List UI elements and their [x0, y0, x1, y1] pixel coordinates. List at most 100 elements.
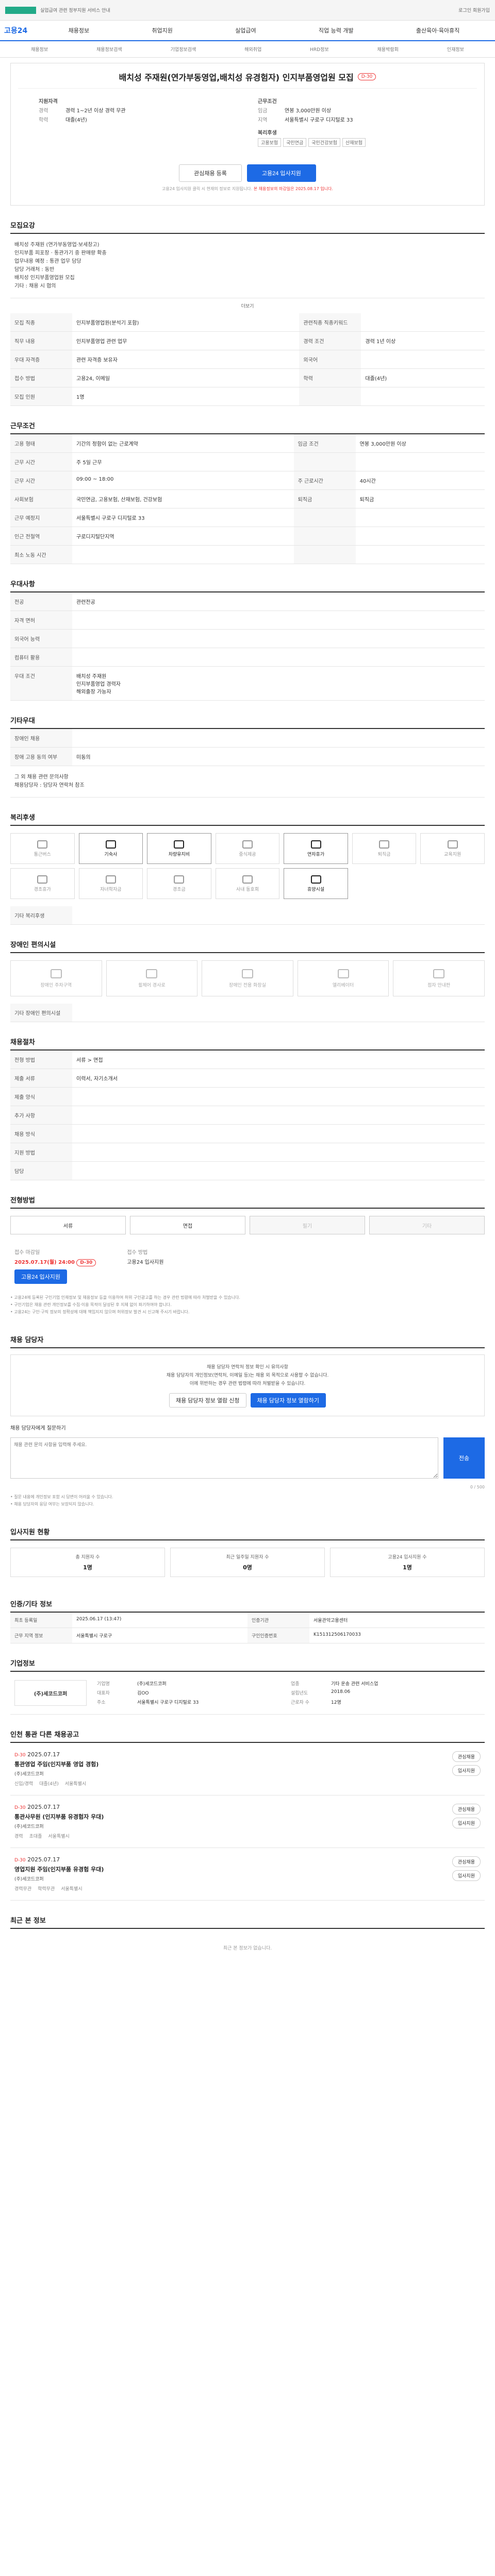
benefit-label: 교육지원 — [444, 852, 461, 857]
job-meta: 신입/경력 대졸(4년) 서울특별시 — [14, 1780, 424, 1787]
job-list-item[interactable]: D-30 2025.07.17 영업지원 주임(인지부품 유경험 우대) (주)세코… — [10, 1848, 485, 1901]
utility-text[interactable]: 실업급여 관련 정부지원 서비스 안내 — [40, 7, 110, 13]
section-title: 복리후생 — [10, 812, 485, 826]
subnav-item[interactable]: 채용정보 — [31, 46, 48, 53]
benefit-extra-value — [72, 906, 485, 925]
job-title[interactable]: 통관영업 주임(인지부품 영업 경험) — [14, 1760, 424, 1768]
subnav-item[interactable]: 채용정보검색 — [96, 46, 122, 53]
stat-label: 고용24 입사지원 수 — [388, 1555, 427, 1560]
welfare-summary: 복리후생 고용보험 국민연금 국민건강보험 산재보험 — [258, 128, 456, 147]
method-item: 서류 — [10, 1216, 126, 1234]
nav-item[interactable]: 취업지원 — [152, 26, 172, 35]
job-action-button[interactable]: 입사지원 — [452, 1870, 481, 1881]
company-value: 김OO — [137, 1691, 149, 1696]
stats-section: 입사지원 현황 총 지원자 수 1명 최근 일주일 지원자 수 0명 고용24 입사지원… — [10, 1527, 485, 1584]
row-label: 제출 서류 — [10, 1069, 72, 1088]
method-item: 기타 — [369, 1216, 485, 1234]
row-value — [72, 629, 485, 648]
benefit-item: 경조휴가 — [10, 868, 75, 899]
apply-button[interactable]: 고용24 입사지원 — [246, 164, 316, 182]
row-value — [361, 387, 485, 406]
nav-item[interactable]: 실업급여 — [235, 26, 256, 35]
row-label: 접수 방법 — [10, 368, 72, 387]
facility-item: 휠체어 경사로 — [106, 960, 198, 996]
row-label: 임금 조건 — [293, 434, 356, 453]
benefit-label: 중식제공 — [239, 852, 256, 857]
qa-textarea[interactable] — [10, 1437, 438, 1479]
method-label: 접수 방법 — [127, 1250, 148, 1256]
table-row: 추가 사항 — [10, 1106, 485, 1125]
subnav-item[interactable]: 기업정보검색 — [171, 46, 196, 53]
contact-request-button[interactable]: 채용 담당자 정보 열람 신청 — [169, 1393, 246, 1408]
row-label: 경력 조건 — [299, 331, 361, 350]
qa-send-button[interactable]: 전송 — [443, 1437, 485, 1479]
row-value: 미동의 — [72, 747, 485, 766]
job-title[interactable]: 영업지원 주임(인지부품 유경험 우대) — [14, 1865, 424, 1873]
nav-item[interactable]: 직업 능력 개발 — [319, 26, 354, 35]
more-button[interactable]: 더보기 — [10, 298, 485, 313]
apply-notice: 고용24 입사지원 클릭 시 현재의 정보로 지원됩니다. 본 채용정보의 마감… — [18, 186, 477, 198]
table-row: 고용 형태 기간의 정함이 없는 근로계약 임금 조건 연봉 3,000만원 이상 — [10, 434, 485, 453]
job-action-button[interactable]: 관심채용 — [452, 1856, 481, 1867]
job-action-button[interactable]: 입사지원 — [452, 1765, 481, 1776]
row-value — [72, 1161, 485, 1180]
row-label: 근무 시간 — [10, 452, 72, 471]
job-list-item[interactable]: D-30 2025.07.17 통관사무원 (인지부품 유경험자 우대) (주)세코… — [10, 1795, 485, 1848]
job-action-button[interactable]: 관심채용 — [452, 1804, 481, 1815]
subnav-item[interactable]: 해외취업 — [244, 46, 261, 53]
utility-left: 실업급여 관련 정부지원 서비스 안내 — [5, 6, 110, 14]
facility-icon — [146, 969, 158, 978]
row-label — [293, 545, 356, 564]
job-date: 2025.07.17 — [27, 1751, 60, 1758]
work-section: 근무조건 고용 형태 기간의 정함이 없는 근로계약 임금 조건 연봉 3,000만원… — [10, 420, 485, 564]
benefit-icon — [310, 875, 321, 884]
welfare-tag: 고용보험 — [258, 138, 282, 147]
nav-item[interactable]: 채용정보 — [69, 26, 89, 35]
summary-row: 임금 연봉 3,000만원 이상 — [258, 107, 456, 116]
stat-value: 0명 — [243, 1564, 252, 1571]
company-key: 설립년도 — [291, 1691, 308, 1696]
info-label: 구인인증번호 — [248, 1628, 309, 1643]
job-list-item[interactable]: D-30 2025.07.17 통관영업 주임(인지부품 영업 경험) (주)세코드… — [10, 1743, 485, 1795]
nav-item[interactable]: 출산육아·육아휴직 — [416, 26, 459, 35]
section-title: 채용 담당자 — [10, 1334, 485, 1348]
row-value — [72, 611, 485, 630]
company-key: 기업명 — [97, 1682, 110, 1687]
row-value: 대졸(4년) — [361, 368, 485, 387]
auth-links[interactable]: 로그인 회원가입 — [458, 7, 490, 13]
table-row: 모집 인원 1명 — [10, 387, 485, 406]
job-action-button[interactable]: 관심채용 — [452, 1751, 481, 1762]
benefit-label: 경조휴가 — [34, 887, 51, 892]
row-value — [355, 545, 485, 564]
job-action-button[interactable]: 입사지원 — [452, 1818, 481, 1828]
benefit-label: 경조금 — [173, 887, 186, 892]
row-value: 09:00 ~ 18:00 — [72, 471, 294, 490]
benefit-label: 연차휴가 — [307, 852, 325, 857]
section-title: 근무조건 — [10, 420, 485, 434]
site-brand[interactable]: 고용24 — [4, 25, 35, 36]
subnav-item[interactable]: 인재정보 — [447, 46, 464, 53]
job-date: 2025.07.17 — [27, 1804, 60, 1810]
job-title[interactable]: 통관사무원 (인지부품 유경험자 우대) — [14, 1812, 424, 1821]
row-label: 모집 직종 — [10, 313, 72, 332]
job-top: D-30 2025.07.17 — [14, 1804, 424, 1810]
scrap-button[interactable]: 관심채용 등록 — [179, 164, 242, 182]
disab-extra-value — [72, 1004, 485, 1022]
period-label: 접수 마감일 — [14, 1250, 40, 1256]
apply-button-2[interactable]: 고용24 입사지원 — [14, 1269, 68, 1284]
contact-view-button[interactable]: 채용 담당자 정보 열람하기 — [250, 1393, 326, 1408]
row-label: 모집 인원 — [10, 387, 72, 406]
section-title: 기타우대 — [10, 715, 485, 729]
row-label: 인근 전철역 — [10, 527, 72, 546]
subnav-item[interactable]: HRD정보 — [310, 46, 329, 53]
row-value: 관련 자격증 보유자 — [72, 350, 300, 369]
section-title: 전형방법 — [10, 1195, 485, 1209]
subnav-item[interactable]: 채용박람회 — [377, 46, 399, 53]
period-value: 2025.07.17(월) 24:00 — [14, 1260, 75, 1265]
benefit-label: 휴양시설 — [307, 887, 325, 892]
summary-row: 학력 대졸(4년) — [39, 116, 237, 125]
benefit-label: 사내 동호회 — [236, 887, 259, 892]
benefit-icon — [447, 840, 458, 849]
benefit-icon — [174, 875, 185, 884]
row-value: 연봉 3,000만원 이상 — [355, 434, 485, 453]
